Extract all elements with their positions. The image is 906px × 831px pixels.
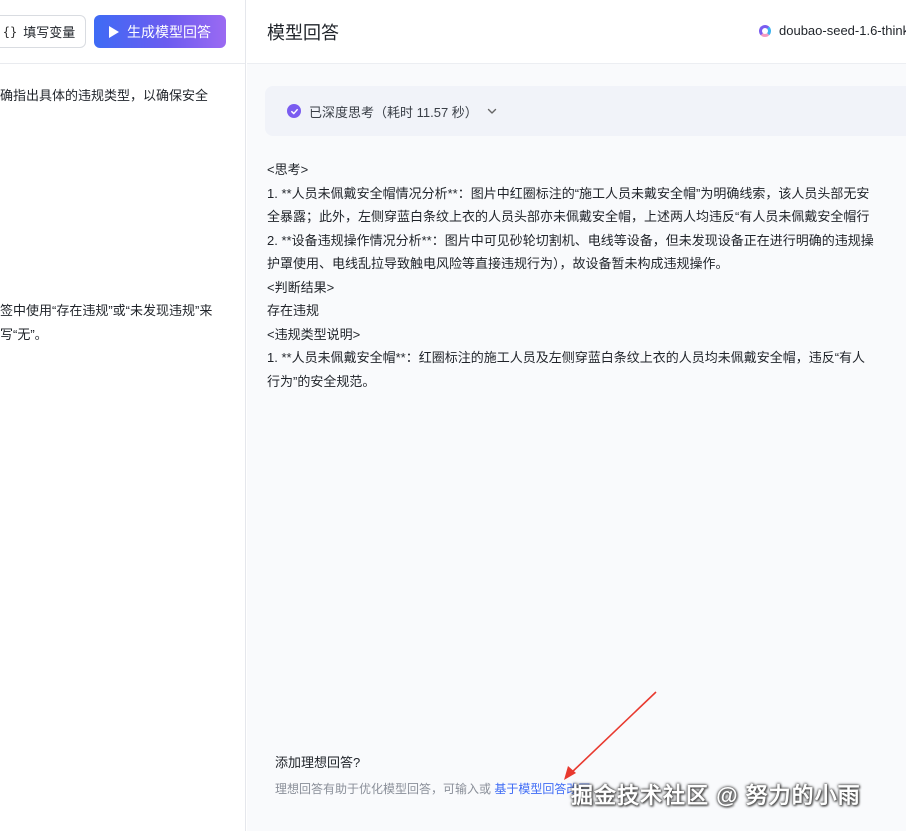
generate-answer-label: 生成模型回答 bbox=[127, 23, 211, 40]
generate-answer-button[interactable]: 生成模型回答 bbox=[94, 15, 226, 48]
left-toolbar: {} 填写变量 生成模型回答 bbox=[0, 0, 245, 64]
prompt-text-line: 确指出具体的违规类型，以确保安全 bbox=[0, 88, 209, 103]
braces-icon: {} bbox=[2, 24, 18, 39]
ideal-hint-text: 理想回答有助于优化模型回答，可输入或 bbox=[275, 782, 495, 796]
prompt-text-line: 签中使用“存在违规”或“未发现违规”来 bbox=[0, 303, 213, 318]
fill-variables-label: 填写变量 bbox=[23, 25, 76, 40]
answer-content: <思考> 1. **人员未佩戴安全帽情况分析**：图片中红圈标注的“施工人员未戴… bbox=[267, 158, 874, 393]
answer-line: <违规类型说明> bbox=[267, 326, 361, 342]
play-icon bbox=[109, 25, 119, 38]
fill-variables-button[interactable]: {} 填写变量 bbox=[0, 15, 86, 48]
deep-thinking-label: 已深度思考（耗时 11.57 秒） bbox=[309, 104, 478, 120]
page-title: 模型回答 bbox=[267, 23, 339, 43]
answer-line: <思考> bbox=[267, 162, 309, 177]
prompt-text-line: 写“无”。 bbox=[0, 327, 48, 342]
model-answer-pane: 模型回答 doubao-seed-1.6-thinki 已深度思考（耗时 11.… bbox=[247, 0, 906, 831]
ideal-answer-title: 添加理想回答? bbox=[275, 755, 361, 770]
doubao-logo-icon bbox=[759, 24, 771, 37]
model-selector[interactable]: doubao-seed-1.6-thinki bbox=[759, 23, 906, 38]
chevron-down-icon[interactable] bbox=[486, 105, 498, 117]
watermark: 掘金技术社区 @ 努力的小雨 bbox=[571, 783, 861, 808]
answer-line: 2. **设备违规操作情况分析**：图片中可见砂轮切割机、电线等设备，但未发现设… bbox=[267, 232, 874, 248]
answer-line: 护罩使用、电线乱拉导致触电风险等直接违规行为），故设备暂未构成违规操作。 bbox=[267, 256, 729, 271]
answer-line: <判断结果> bbox=[267, 279, 335, 295]
ideal-answer-hint: 理想回答有助于优化模型回答，可输入或 基于模型回答改写 bbox=[275, 780, 590, 797]
answer-header: 模型回答 doubao-seed-1.6-thinki bbox=[247, 0, 906, 64]
answer-line: 行为”的安全规范。 bbox=[267, 373, 376, 389]
model-name: doubao-seed-1.6-thinki bbox=[779, 23, 906, 38]
check-circle-icon bbox=[287, 104, 301, 118]
answer-line: 存在违规 bbox=[267, 303, 320, 318]
answer-line: 1. **人员未佩戴安全帽**：红圈标注的施工人员及左侧穿蓝白条纹上衣的人员均未… bbox=[267, 350, 866, 365]
answer-line: 1. **人员未佩戴安全帽情况分析**：图片中红圈标注的“施工人员未戴安全帽”为… bbox=[267, 185, 870, 201]
answer-line: 全暴露；此外，左侧穿蓝白条纹上衣的人员头部亦未佩戴安全帽，上述两人均违反“有人员… bbox=[267, 209, 870, 224]
deep-thinking-toggle[interactable]: 已深度思考（耗时 11.57 秒） bbox=[265, 86, 906, 136]
prompt-editor-pane: {} 填写变量 生成模型回答 确指出具体的违规类型，以确保安全 签中使用“存在违… bbox=[0, 0, 246, 831]
